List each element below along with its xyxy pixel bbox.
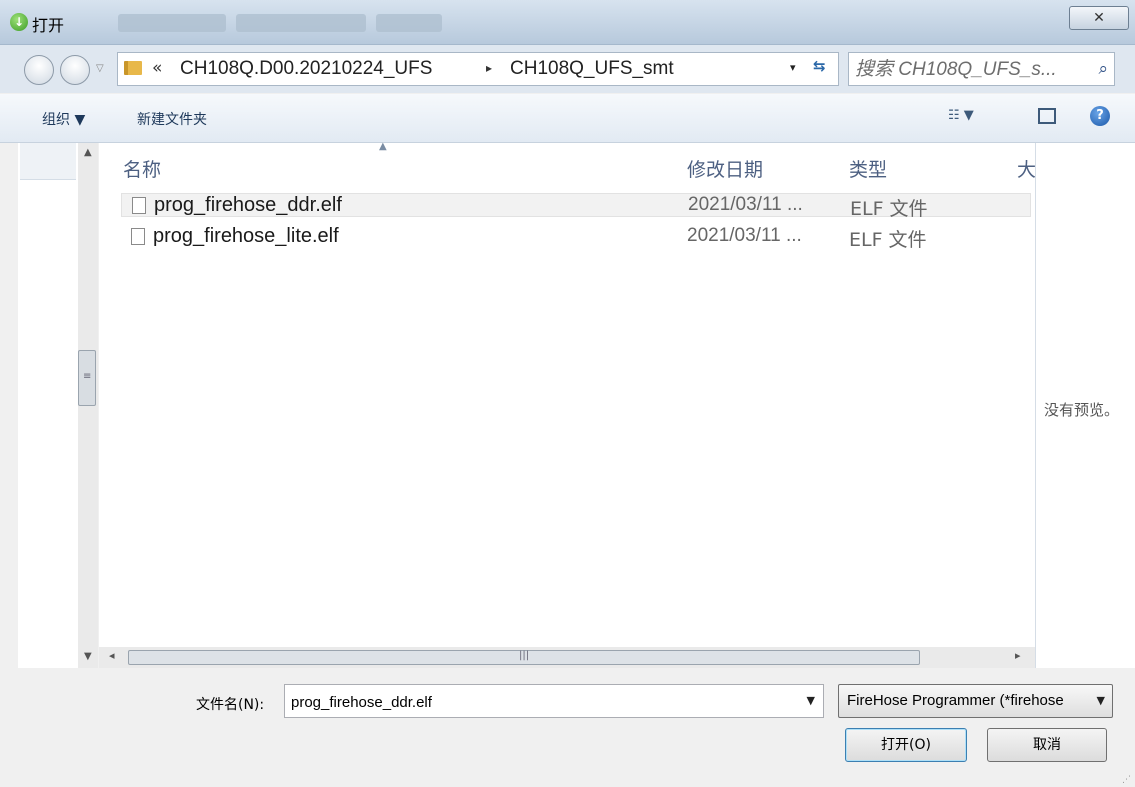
open-button[interactable]: 打开(O)	[845, 728, 967, 762]
breadcrumb[interactable]: « CH108Q.D00.20210224_UFS ▸ CH108Q_UFS_s…	[117, 52, 839, 86]
column-header-date[interactable]: 修改日期	[687, 155, 763, 182]
file-row[interactable]: prog_firehose_lite.elf 2021/03/11 ... EL…	[121, 225, 1031, 251]
filename-dropdown-icon[interactable]: ▼	[807, 694, 815, 707]
nav-scrollbar[interactable]: ▲ ≡ ▼	[78, 143, 98, 668]
history-dropdown-icon[interactable]: ▽	[96, 63, 104, 74]
grip-icon: ≡	[83, 371, 92, 382]
breadcrumb-separator-icon[interactable]: ▸	[486, 61, 492, 75]
address-row: ▽ « CH108Q.D00.20210224_UFS ▸ CH108Q_UFS…	[0, 45, 1135, 93]
file-list[interactable]: ▲ 名称 修改日期 类型 大 prog_firehose_ddr.elf 202…	[99, 141, 1036, 647]
dialog-footer: 文件名(N): ▼ FireHose Programmer (*firehose…	[0, 668, 1135, 787]
filetype-dropdown-icon[interactable]: ▼	[1097, 694, 1105, 707]
breadcrumb-item[interactable]: CH108Q_UFS_smt	[510, 58, 674, 80]
file-type: ELF 文件	[849, 229, 927, 251]
filename-input[interactable]	[289, 689, 793, 715]
view-options-icon[interactable]: ☷ ▼	[948, 108, 974, 123]
blurred-menu-item	[376, 14, 442, 32]
file-icon	[131, 228, 145, 245]
open-dialog-icon: ↓	[10, 13, 28, 31]
preview-pane-icon[interactable]	[1038, 108, 1056, 124]
preview-pane: 没有预览。	[1035, 143, 1135, 668]
breadcrumb-overflow-icon[interactable]: «	[152, 58, 162, 78]
toolbar: 组织 ▼ 新建文件夹 ☷ ▼ ?	[0, 94, 1135, 143]
scroll-up-icon[interactable]: ▲	[84, 147, 92, 158]
back-button[interactable]	[24, 55, 54, 85]
open-file-dialog: ↓ 打开 ✕ ▽ « CH108Q.D00.20210224_UFS ▸ CH1…	[0, 0, 1135, 787]
sort-ascending-icon: ▲	[379, 141, 387, 152]
scroll-right-icon[interactable]: ▸	[1015, 649, 1021, 662]
horizontal-scrollbar[interactable]: ◂ ||| ▸	[99, 647, 1035, 668]
file-date: 2021/03/11 ...	[688, 194, 803, 215]
organize-button[interactable]: 组织 ▼	[42, 109, 85, 129]
file-date: 2021/03/11 ...	[687, 225, 802, 246]
column-header-size[interactable]: 大	[1017, 155, 1036, 182]
nav-selected-item[interactable]	[20, 143, 76, 180]
title-bar[interactable]: ↓ 打开 ✕	[0, 0, 1135, 45]
scroll-down-icon[interactable]: ▼	[84, 651, 92, 662]
grip-icon: |||	[519, 650, 530, 661]
filename-label: 文件名(N):	[196, 697, 265, 713]
file-icon	[132, 197, 146, 214]
cancel-button[interactable]: 取消	[987, 728, 1107, 762]
filetype-value: FireHose Programmer (*firehose	[847, 692, 1064, 709]
file-type: ELF 文件	[850, 198, 928, 220]
help-icon[interactable]: ?	[1090, 106, 1110, 126]
filename-combobox[interactable]: ▼	[284, 684, 824, 718]
close-button[interactable]: ✕	[1069, 6, 1129, 30]
breadcrumb-item[interactable]: CH108Q.D00.20210224_UFS	[180, 58, 432, 80]
refresh-icon[interactable]: ⇆	[813, 57, 835, 75]
folder-icon	[124, 61, 142, 75]
blurred-menu-item	[236, 14, 366, 32]
file-name[interactable]: prog_firehose_ddr.elf	[154, 194, 342, 217]
address-dropdown-icon[interactable]: ▾	[790, 61, 796, 74]
file-name[interactable]: prog_firehose_lite.elf	[153, 225, 339, 248]
window-title: 打开	[32, 16, 65, 35]
column-header-name[interactable]: 名称	[123, 155, 161, 182]
blurred-menu-item	[118, 14, 226, 32]
column-header-type[interactable]: 类型	[849, 155, 887, 182]
filetype-select[interactable]: FireHose Programmer (*firehose ▼	[838, 684, 1113, 718]
navigation-pane[interactable]	[18, 143, 78, 668]
search-icon[interactable]: ⌕	[1098, 59, 1108, 79]
file-row[interactable]: prog_firehose_ddr.elf 2021/03/11 ... ELF…	[121, 193, 1031, 220]
forward-button[interactable]	[60, 55, 90, 85]
resize-grip-icon[interactable]: ⋰	[1122, 775, 1131, 785]
nav-scroll-thumb[interactable]: ≡	[78, 350, 96, 406]
horizontal-scroll-thumb[interactable]: |||	[128, 650, 920, 665]
new-folder-button[interactable]: 新建文件夹	[137, 109, 207, 129]
search-box[interactable]: ⌕	[848, 52, 1115, 87]
search-input[interactable]	[853, 53, 1087, 87]
scroll-left-icon[interactable]: ◂	[109, 649, 115, 662]
no-preview-text: 没有预览。	[1044, 401, 1120, 419]
